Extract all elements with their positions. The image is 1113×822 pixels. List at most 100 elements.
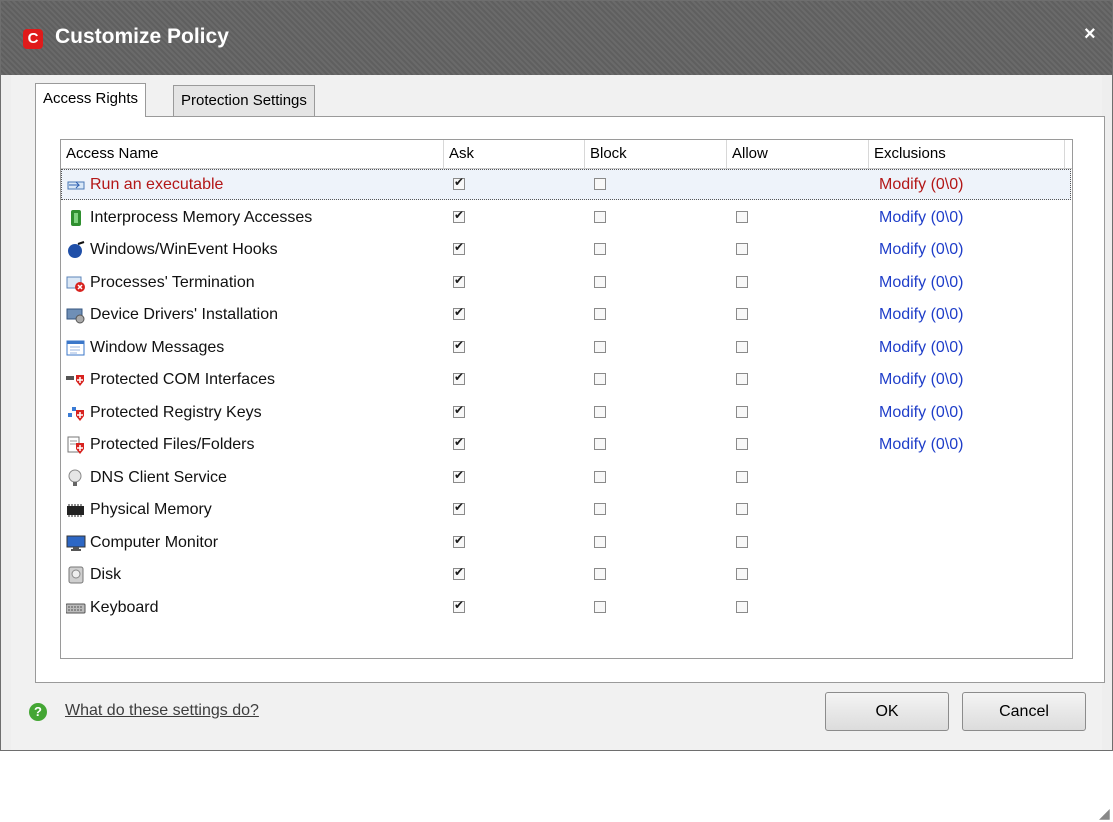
modify-exclusions-link[interactable]: Modify (0\0): [879, 429, 963, 461]
allow-checkbox[interactable]: [736, 373, 748, 385]
ask-checkbox[interactable]: [453, 435, 465, 450]
table-row[interactable]: Keyboard: [61, 592, 1072, 624]
block-checkbox[interactable]: [594, 438, 606, 450]
column-header-ask[interactable]: Ask: [444, 140, 585, 168]
process-termination-icon: [66, 274, 86, 292]
allow-checkbox[interactable]: [736, 535, 748, 548]
memory-access-icon: [66, 209, 86, 227]
block-checkbox[interactable]: [594, 308, 606, 320]
allow-checkbox[interactable]: [736, 340, 748, 353]
ask-checkbox[interactable]: [453, 468, 465, 483]
access-name-label: Processes' Termination: [90, 273, 255, 291]
block-checkbox[interactable]: [594, 568, 606, 580]
allow-checkbox[interactable]: [736, 308, 748, 320]
ask-checkbox[interactable]: [453, 370, 465, 385]
block-checkbox[interactable]: [594, 243, 606, 255]
ask-checkbox[interactable]: [453, 598, 465, 613]
modify-exclusions-link[interactable]: Modify (0\0): [879, 234, 963, 266]
allow-checkbox[interactable]: [736, 503, 748, 515]
access-name-label: DNS Client Service: [90, 468, 227, 486]
run-executable-icon: [66, 176, 86, 194]
ask-checkbox[interactable]: [453, 500, 465, 515]
access-name-label: Window Messages: [90, 338, 225, 356]
modify-exclusions-link[interactable]: Modify (0\0): [879, 364, 963, 396]
ok-button[interactable]: OK: [825, 692, 949, 731]
table-row[interactable]: Device Drivers' Installation Modify (0\0): [61, 299, 1072, 331]
access-name-label: Device Drivers' Installation: [90, 306, 279, 323]
table-row[interactable]: Disk: [61, 559, 1072, 591]
window-messages-icon: [66, 339, 86, 357]
block-checkbox[interactable]: [594, 210, 606, 223]
ask-checkbox[interactable]: [453, 305, 465, 320]
ask-checkbox[interactable]: [453, 403, 465, 418]
table-row[interactable]: Processes' Termination Modify (0\0): [61, 267, 1072, 299]
modify-exclusions-link[interactable]: Modify (0\0): [879, 169, 963, 201]
block-checkbox[interactable]: [594, 600, 606, 613]
resize-grip-icon[interactable]: ◢: [1099, 805, 1110, 822]
access-name-cell: Protected Files/Folders: [66, 429, 255, 461]
access-name-cell: Protected COM Interfaces: [66, 364, 275, 396]
ask-checkbox[interactable]: [453, 338, 465, 353]
ask-checkbox[interactable]: [453, 240, 465, 255]
ask-checkbox[interactable]: [453, 208, 465, 223]
access-name-cell: Disk: [66, 559, 121, 591]
block-checkbox[interactable]: [594, 535, 606, 548]
allow-checkbox[interactable]: [736, 275, 748, 288]
tab-access-rights[interactable]: Access Rights: [35, 83, 147, 117]
access-name-cell: Physical Memory: [66, 494, 212, 526]
table-row[interactable]: Physical Memory: [61, 494, 1072, 526]
modify-exclusions-link[interactable]: Modify (0\0): [879, 202, 963, 234]
table-row[interactable]: DNS Client Service: [61, 462, 1072, 494]
ask-checkbox[interactable]: [453, 565, 465, 580]
column-header-access-name[interactable]: Access Name: [61, 140, 444, 168]
allow-checkbox[interactable]: [736, 438, 748, 450]
modify-exclusions-link[interactable]: Modify (0\0): [879, 332, 963, 364]
cancel-button[interactable]: Cancel: [962, 692, 1086, 731]
access-name-cell: Interprocess Memory Accesses: [66, 202, 312, 234]
block-checkbox[interactable]: [594, 470, 606, 483]
access-name-cell: DNS Client Service: [66, 462, 227, 494]
table-row[interactable]: Windows/WinEvent Hooks Modify (0\0): [61, 234, 1072, 266]
title-bar[interactable]: C Customize Policy ×: [1, 1, 1112, 75]
table-row[interactable]: Window Messages Modify (0\0): [61, 332, 1072, 364]
access-name-label: Computer Monitor: [90, 533, 219, 551]
table-row[interactable]: Run an executable Modify (0\0): [61, 169, 1072, 201]
access-name-cell: Windows/WinEvent Hooks: [66, 234, 278, 266]
block-checkbox[interactable]: [594, 373, 606, 385]
modify-exclusions-link[interactable]: Modify (0\0): [879, 397, 963, 429]
column-header-exclusions[interactable]: Exclusions: [869, 140, 1065, 168]
block-checkbox[interactable]: [594, 275, 606, 288]
allow-checkbox[interactable]: [736, 470, 748, 483]
access-name-label: Interprocess Memory Accesses: [90, 208, 313, 226]
allow-checkbox[interactable]: [736, 568, 748, 580]
ask-checkbox[interactable]: [453, 273, 465, 288]
table-row[interactable]: Protected Registry Keys Modify (0\0): [61, 397, 1072, 429]
help-link[interactable]: What do these settings do?: [65, 702, 259, 720]
access-name-label: Run an executable: [90, 176, 224, 193]
tab-protection-settings[interactable]: Protection Settings: [173, 85, 315, 116]
column-header-allow[interactable]: Allow: [727, 140, 869, 168]
ask-checkbox[interactable]: [453, 175, 465, 190]
modify-exclusions-link[interactable]: Modify (0\0): [879, 267, 963, 299]
access-name-label: Windows/WinEvent Hooks: [90, 241, 278, 258]
allow-checkbox[interactable]: [736, 600, 748, 613]
ask-checkbox[interactable]: [453, 533, 465, 548]
access-name-label: Protected COM Interfaces: [90, 371, 275, 388]
block-checkbox[interactable]: [594, 340, 606, 353]
table-row[interactable]: Protected Files/Folders Modify (0\0): [61, 429, 1072, 461]
table-row[interactable]: Protected COM Interfaces Modify (0\0): [61, 364, 1072, 396]
table-row[interactable]: Computer Monitor: [61, 527, 1072, 559]
block-checkbox[interactable]: [594, 503, 606, 515]
modify-exclusions-link[interactable]: Modify (0\0): [879, 299, 963, 331]
block-checkbox[interactable]: [594, 178, 606, 190]
monitor-icon: [66, 534, 86, 552]
allow-checkbox[interactable]: [736, 243, 748, 255]
allow-checkbox[interactable]: [736, 210, 748, 223]
close-button[interactable]: ×: [1084, 23, 1096, 46]
hook-icon: [66, 241, 86, 259]
block-checkbox[interactable]: [594, 405, 606, 418]
allow-checkbox[interactable]: [736, 405, 748, 418]
column-header-block[interactable]: Block: [585, 140, 727, 168]
table-row[interactable]: Interprocess Memory Accesses Modify (0\0): [61, 202, 1072, 234]
dialog-body: Access Rights Protection Settings Access…: [11, 75, 1110, 821]
